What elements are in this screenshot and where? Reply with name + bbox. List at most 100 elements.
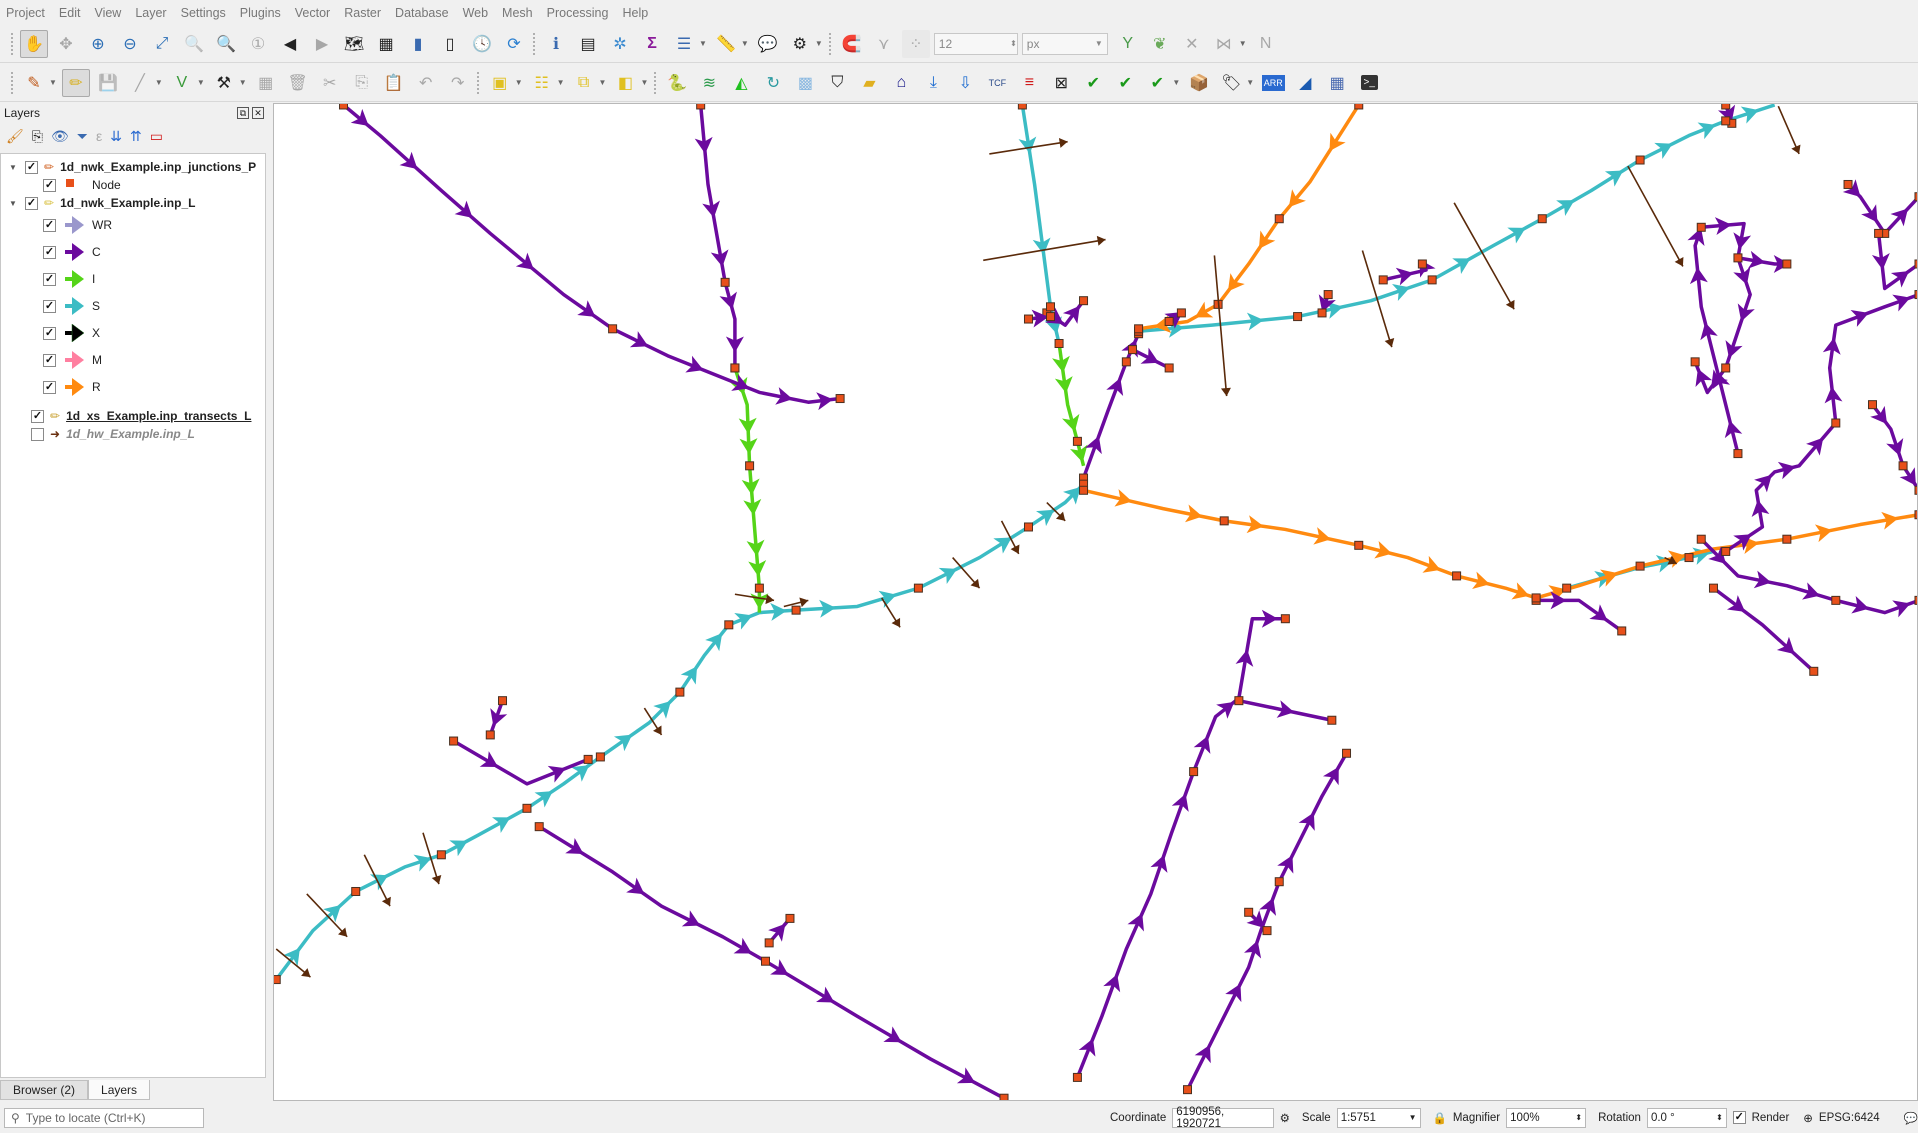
- junction-node[interactable]: [1134, 324, 1144, 334]
- scale-select[interactable]: 1:5751 ▼: [1336, 1107, 1421, 1128]
- toolbar-grip[interactable]: [653, 70, 658, 95]
- chevron-down-icon[interactable]: ▼: [557, 78, 565, 87]
- styles-button[interactable]: ≡: [1015, 69, 1043, 97]
- junction-node[interactable]: [1293, 312, 1303, 322]
- junction-node[interactable]: [764, 938, 774, 948]
- junction-node[interactable]: [1537, 214, 1547, 224]
- junction-node[interactable]: [1696, 534, 1706, 544]
- processing-toolbox-button[interactable]: ✲: [606, 30, 634, 58]
- chevron-down-icon[interactable]: ▼: [1246, 78, 1254, 87]
- map-tips-button[interactable]: 💬: [754, 30, 782, 58]
- junction-node[interactable]: [835, 394, 845, 404]
- junction-node[interactable]: [1189, 767, 1199, 777]
- junction-node[interactable]: [1721, 546, 1731, 556]
- menu-processing[interactable]: Processing: [547, 6, 609, 20]
- channel-link-c[interactable]: [1712, 586, 1815, 673]
- chevron-down-icon[interactable]: ▼: [155, 78, 163, 87]
- junction-node[interactable]: [1721, 104, 1731, 110]
- junction-node[interactable]: [351, 886, 361, 896]
- import-check-button[interactable]: ⇩: [951, 69, 979, 97]
- legend-item-x[interactable]: ✓ X: [43, 324, 100, 342]
- junction-node[interactable]: [1733, 449, 1743, 459]
- chevron-down-icon[interactable]: ▼: [741, 39, 749, 48]
- toolbar-grip[interactable]: [10, 31, 14, 56]
- raster-button[interactable]: ▩: [791, 69, 819, 97]
- junction-node[interactable]: [1690, 357, 1700, 367]
- channel-link-s[interactable]: [1138, 104, 1776, 334]
- junction-node[interactable]: [1867, 400, 1877, 410]
- crs-button[interactable]: EPSG:6424: [1819, 1112, 1880, 1124]
- check-button-1[interactable]: ✔: [1079, 69, 1107, 97]
- layer-item[interactable]: ▼ ✓ ✏ 1d_nwk_Example.inp_L: [9, 194, 195, 212]
- junction-node[interactable]: [534, 822, 544, 832]
- measure-button[interactable]: 📏: [712, 30, 740, 58]
- package-button[interactable]: 📦: [1185, 69, 1213, 97]
- junction-node[interactable]: [761, 956, 770, 966]
- select-by-value-button[interactable]: ☷: [528, 69, 556, 97]
- menu-view[interactable]: View: [94, 6, 121, 20]
- legend-item-c[interactable]: ✓ C: [43, 243, 101, 261]
- rotation-input[interactable]: 0.0 ° ⬍: [1646, 1107, 1727, 1128]
- junction-node[interactable]: [1635, 155, 1645, 165]
- legend-checkbox[interactable]: ✓: [43, 380, 56, 394]
- junction-node[interactable]: [1531, 593, 1541, 603]
- legend-checkbox[interactable]: ✓: [43, 353, 56, 367]
- select-features-button[interactable]: ▣: [486, 69, 514, 97]
- redo-button[interactable]: ↷: [444, 69, 472, 97]
- junction-node[interactable]: [1721, 116, 1731, 126]
- zoom-in-button[interactable]: ⊕: [84, 30, 112, 58]
- new-3d-view-button[interactable]: ▦: [372, 30, 400, 58]
- junction-node[interactable]: [754, 583, 764, 593]
- toolbar-grip[interactable]: [10, 70, 14, 95]
- junction-node[interactable]: [1183, 1085, 1193, 1095]
- junction-node[interactable]: [1280, 614, 1290, 624]
- junction-node[interactable]: [1262, 926, 1272, 936]
- map-canvas[interactable]: [273, 103, 1918, 1101]
- culvert-button[interactable]: ⌂: [887, 69, 915, 97]
- snap-tolerance-input[interactable]: 12 ⬍: [933, 32, 1018, 55]
- flow-trace-button[interactable]: ⛉: [823, 69, 851, 97]
- junction-node[interactable]: [1234, 696, 1244, 706]
- check-button-3[interactable]: ✔: [1143, 69, 1171, 97]
- database-button[interactable]: ▰: [855, 69, 883, 97]
- avoid-overlap-button[interactable]: ⋈: [1210, 30, 1238, 58]
- channel-link-c[interactable]: [342, 104, 841, 404]
- legend-item-m[interactable]: ✓ M: [43, 351, 102, 369]
- junction-node[interactable]: [1617, 626, 1627, 636]
- toggle-editing-button[interactable]: ✏: [61, 68, 90, 97]
- layer-visibility-checkbox[interactable]: ✓: [25, 196, 38, 210]
- junction-node[interactable]: [1696, 222, 1706, 232]
- junction-node[interactable]: [1072, 436, 1082, 446]
- hydrograph-button[interactable]: ◢: [1291, 69, 1319, 97]
- junction-node[interactable]: [1708, 583, 1718, 593]
- junction-node[interactable]: [1782, 534, 1792, 544]
- toolbar-grip[interactable]: [532, 31, 536, 56]
- junction-node[interactable]: [1072, 1072, 1082, 1082]
- junction-node[interactable]: [1164, 363, 1174, 373]
- undo-button[interactable]: ↶: [412, 69, 440, 97]
- junction-node[interactable]: [1176, 308, 1186, 318]
- junction-node[interactable]: [745, 461, 755, 471]
- channel-link-c[interactable]: [1075, 616, 1286, 1079]
- junction-node[interactable]: [1342, 748, 1352, 758]
- channel-link-r[interactable]: [1083, 488, 1918, 600]
- junction-node[interactable]: [1274, 214, 1284, 224]
- junction-node[interactable]: [338, 104, 348, 110]
- junction-node[interactable]: [1354, 104, 1364, 110]
- channel-link-s[interactable]: [274, 482, 1085, 981]
- chevron-down-icon[interactable]: ▼: [49, 78, 57, 87]
- cross-section-transect[interactable]: [1627, 165, 1684, 267]
- menu-raster[interactable]: Raster: [344, 6, 381, 20]
- junction-node[interactable]: [436, 850, 446, 860]
- cross-section-transect[interactable]: [1453, 202, 1515, 310]
- add-group-icon[interactable]: ⎘: [32, 128, 43, 145]
- layer-visibility-checkbox[interactable]: [31, 427, 44, 441]
- junction-node[interactable]: [1046, 312, 1056, 322]
- junction-node[interactable]: [913, 583, 923, 593]
- layer-item[interactable]: ✓ ✏ 1d_xs_Example.inp_transects_L: [9, 407, 252, 425]
- junction-node[interactable]: [999, 1093, 1009, 1101]
- menu-edit[interactable]: Edit: [59, 6, 81, 20]
- chevron-down-icon[interactable]: ▼: [699, 39, 707, 48]
- legend-item-i[interactable]: ✓ I: [43, 270, 95, 288]
- magnifier-input[interactable]: 100% ⬍: [1506, 1107, 1587, 1128]
